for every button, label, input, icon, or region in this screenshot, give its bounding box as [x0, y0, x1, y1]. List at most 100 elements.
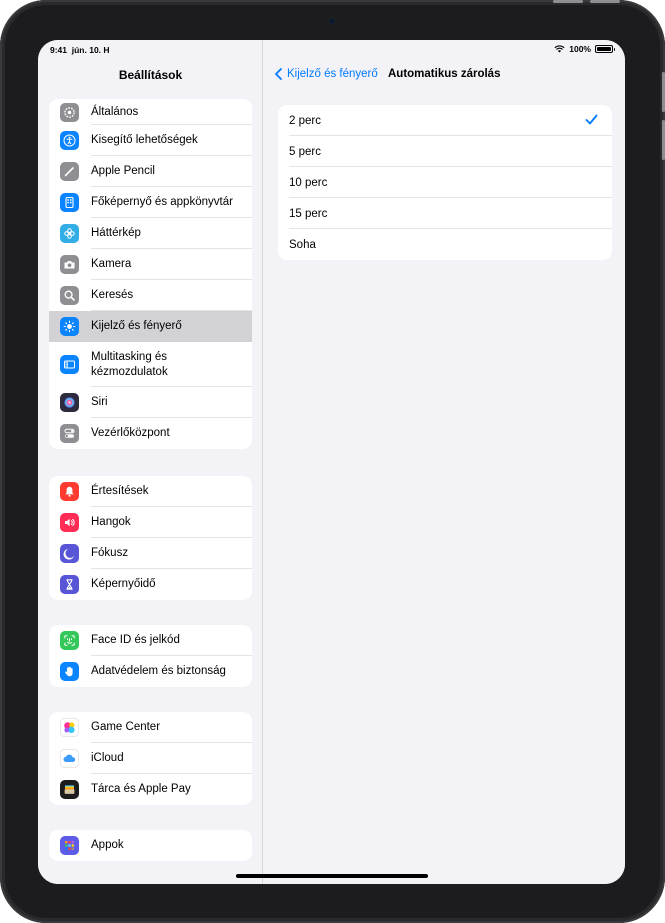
sidebar-item-multitasking[interactable]: Multitasking és kézmozdulatok: [49, 342, 252, 387]
option-label: Soha: [289, 238, 316, 251]
sidebar-item-pencil[interactable]: Apple Pencil: [49, 156, 252, 187]
sidebar-item-label: Általános: [91, 105, 139, 118]
sidebar-item-label: Adatvédelem és biztonság: [91, 665, 226, 677]
sidebar-item-label: Multitasking és kézmozdulatok: [91, 350, 168, 378]
search-icon: [60, 286, 79, 305]
sidebar-item-label: Face ID és jelkód: [91, 634, 180, 646]
status-bar: 9:41 jún. 10. H 100%: [38, 40, 625, 58]
sidebar-item-label: Appok: [91, 839, 124, 851]
sidebar-item-label: Game Center: [91, 721, 161, 733]
face-id-icon: [60, 631, 79, 650]
settings-group: Face ID és jelkód Adatvédelem és biztonsá…: [49, 625, 252, 687]
apps-grid-icon: [60, 836, 79, 855]
sidebar-item-label: Fókusz: [91, 547, 129, 559]
back-button[interactable]: Kijelző és fényerő: [274, 68, 378, 80]
accessibility-icon: [60, 131, 79, 150]
auto-lock-option[interactable]: Soha: [278, 229, 612, 260]
sidebar-item-siri[interactable]: Siri: [49, 387, 252, 418]
sidebar-item-flower[interactable]: Háttérkép: [49, 218, 252, 249]
page-title: Automatikus zárolás: [388, 68, 501, 80]
home-indicator[interactable]: [236, 874, 428, 878]
home-screen-icon: [60, 193, 79, 212]
sidebar-item-label: Képernyőidő: [91, 578, 156, 590]
sidebar-item-game-center[interactable]: Game Center: [49, 712, 252, 743]
sidebar-item-label: Kisegítő lehetőségek: [91, 134, 198, 146]
sun-icon: [60, 317, 79, 336]
auto-lock-option[interactable]: 15 perc: [278, 198, 612, 229]
sidebar-item-label: Hangok: [91, 516, 131, 528]
siri-icon: [60, 393, 79, 412]
auto-lock-options: 2 perc 5 perc 10 perc 15 perc Soha: [278, 105, 612, 260]
sidebar-item-accessibility[interactable]: Kisegítő lehetőségek: [49, 125, 252, 156]
top-button: [590, 0, 620, 3]
settings-group: Általános Kisegítő lehetőségek Apple Penci…: [49, 99, 252, 449]
option-label: 10 perc: [289, 176, 328, 189]
ipad-frame: 9:41 jún. 10. H 100% Beállítások Általán…: [0, 0, 665, 923]
sidebar-item-sun[interactable]: Kijelző és fényerő: [49, 311, 252, 342]
back-label: Kijelző és fényerő: [287, 68, 378, 80]
settings-sidebar: Beállítások Általános Kisegítő lehetősége…: [38, 40, 263, 884]
sidebar-title: Beállítások: [118, 68, 183, 82]
status-right: 100%: [554, 44, 615, 54]
sidebar-item-label: Keresés: [91, 289, 134, 301]
wallet-icon: [60, 780, 79, 799]
auto-lock-option[interactable]: 10 perc: [278, 167, 612, 198]
sidebar-item-label: Vezérlőközpont: [91, 427, 170, 439]
sidebar-item-label: Kijelző és fényerő: [91, 320, 182, 332]
sidebar-item-toggles[interactable]: Vezérlőközpont: [49, 418, 252, 449]
sidebar-item-moon[interactable]: Fókusz: [49, 538, 252, 569]
cloud-icon: [60, 749, 79, 768]
wifi-icon: [554, 45, 565, 53]
hand-icon: [60, 662, 79, 681]
camera-icon: [60, 255, 79, 274]
detail-pane: Kijelző és fényerő Automatikus zárolás 2…: [264, 40, 625, 884]
option-label: 2 perc: [289, 114, 321, 127]
speaker-icon: [60, 513, 79, 532]
sidebar-item-label: Főképernyő és appkönyvtár: [91, 196, 233, 208]
sidebar-item-cloud[interactable]: iCloud: [49, 743, 252, 774]
auto-lock-option[interactable]: 5 perc: [278, 136, 612, 167]
navigation-bar: Kijelző és fényerő Automatikus zárolás: [264, 68, 625, 84]
sidebar-item-camera[interactable]: Kamera: [49, 249, 252, 280]
settings-group: Értesítések Hangok Fókusz Képernyőidő: [49, 476, 252, 600]
sidebar-item-speaker[interactable]: Hangok: [49, 507, 252, 538]
multitasking-icon: [60, 355, 79, 374]
chevron-left-icon: [275, 68, 282, 80]
top-button: [553, 0, 583, 3]
moon-icon: [60, 544, 79, 563]
sidebar-item-search[interactable]: Keresés: [49, 280, 252, 311]
front-camera: [329, 18, 335, 24]
toggles-icon: [60, 424, 79, 443]
sidebar-item-label: iCloud: [91, 752, 124, 764]
game-center-icon: [60, 718, 79, 737]
sidebar-item-wallet[interactable]: Tárca és Apple Pay: [49, 774, 252, 805]
sidebar-item-home-screen[interactable]: Főképernyő és appkönyvtár: [49, 187, 252, 218]
pencil-icon: [60, 162, 79, 181]
sidebar-item-hand[interactable]: Adatvédelem és biztonság: [49, 656, 252, 687]
settings-group: Appok: [49, 830, 252, 861]
status-time: 9:41 jún. 10. H: [50, 45, 110, 55]
sidebar-item-label: Háttérkép: [91, 227, 141, 239]
hourglass-icon: [60, 575, 79, 594]
sidebar-item-label: Tárca és Apple Pay: [91, 783, 191, 795]
settings-group: Game Center iCloud Tárca és Apple Pay: [49, 712, 252, 805]
sidebar-item-label: Siri: [91, 396, 108, 408]
bell-icon: [60, 482, 79, 501]
sidebar-item-label: Értesítések: [91, 485, 149, 497]
sidebar-item-bell[interactable]: Értesítések: [49, 476, 252, 507]
screen: 9:41 jún. 10. H 100% Beállítások Általán…: [38, 40, 625, 884]
gear-icon: [60, 102, 79, 122]
sidebar-item-face-id[interactable]: Face ID és jelkód: [49, 625, 252, 656]
sidebar-item-hourglass[interactable]: Képernyőidő: [49, 569, 252, 600]
checkmark-icon: [585, 114, 598, 125]
sidebar-item-gear[interactable]: Általános: [49, 99, 252, 125]
flower-icon: [60, 224, 79, 243]
sidebar-item-label: Apple Pencil: [91, 165, 155, 177]
battery-icon: [595, 45, 615, 53]
option-label: 15 perc: [289, 207, 328, 220]
sidebar-item-label: Kamera: [91, 258, 132, 270]
sidebar-item-apps-grid[interactable]: Appok: [49, 830, 252, 861]
option-label: 5 perc: [289, 145, 321, 158]
battery-percent: 100%: [569, 44, 591, 54]
auto-lock-option[interactable]: 2 perc: [278, 105, 612, 136]
